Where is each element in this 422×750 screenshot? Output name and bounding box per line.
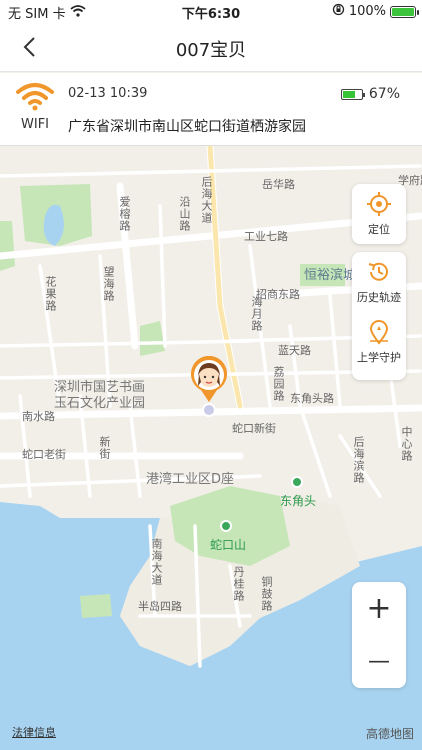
road-label: 荔园路	[272, 366, 285, 402]
wifi-icon	[16, 83, 54, 111]
road-label: 工业七路	[244, 230, 288, 243]
zoom-out-button[interactable]: —	[352, 635, 406, 688]
device-battery-percent: 67%	[368, 86, 400, 102]
road-label: 海月路	[250, 296, 263, 332]
road-label: 丹桂路	[232, 566, 245, 602]
road-label: 后海大道	[200, 176, 213, 224]
page-title: 007宝贝	[175, 40, 247, 61]
area-label: 深圳市国艺书画玉石文化产业园	[54, 380, 146, 411]
crosshair-icon	[367, 192, 391, 216]
road-label: 蛇口新街	[232, 422, 276, 435]
feature-panel: 历史轨迹 上学守护	[352, 252, 406, 380]
map-pin-icon	[369, 320, 389, 345]
child-location-marker[interactable]	[189, 355, 229, 417]
road-label: 南水路	[22, 410, 55, 423]
poi-label: 蛇口山	[210, 538, 247, 552]
road-label: 南海大道	[150, 538, 163, 586]
locate-button[interactable]: 定位	[352, 184, 406, 244]
map-provider-logo: 高德地图	[365, 727, 414, 741]
road-label: 沿山路	[178, 196, 191, 232]
poi-marker-icon	[220, 520, 232, 532]
road-label: 爱榕路	[118, 196, 131, 232]
road-label: 岳华路	[262, 178, 295, 191]
history-track-button[interactable]: 历史轨迹	[352, 252, 406, 312]
road-label: 后海滨路	[352, 436, 365, 484]
area-label: 恒裕滨城	[304, 268, 357, 283]
school-guard-button[interactable]: 上学守护	[352, 312, 406, 372]
road-label: 半岛四路	[138, 600, 182, 613]
road-label: 望海路	[102, 266, 115, 302]
school-guard-label: 上学守护	[357, 351, 401, 364]
nav-bar: 007宝贝	[0, 22, 422, 72]
battery-icon	[390, 5, 419, 18]
device-info-panel: WIFI 02-13 10:39 67% 广东省深圳市南山区蛇口街道栖游家园	[0, 73, 422, 146]
locate-label: 定位	[368, 223, 390, 236]
history-icon	[368, 262, 388, 281]
locate-panel: 定位	[352, 184, 406, 244]
poi-marker-icon	[291, 476, 303, 488]
zoom-panel: + —	[352, 582, 406, 688]
road-label: 东角头路	[290, 392, 334, 405]
road-label: 蓝天路	[278, 344, 311, 357]
road-label: 花果路	[44, 276, 57, 312]
road-label: 蛇口老街	[22, 448, 66, 461]
device-address: 广东省深圳市南山区蛇口街道栖游家园	[68, 119, 306, 135]
road-label: 中心路	[400, 426, 413, 462]
connection-label: WIFI	[21, 117, 49, 132]
legal-info-link[interactable]: 法律信息	[12, 724, 56, 740]
avatar-pin-icon	[191, 355, 227, 417]
orientation-lock-icon	[332, 3, 345, 20]
history-label: 历史轨迹	[357, 291, 401, 304]
location-timestamp: 02-13 10:39	[68, 86, 148, 101]
road-label: 铜鼓路	[260, 576, 273, 612]
poi-label: 东角头	[280, 494, 317, 508]
map-view[interactable]: 后海大道 爱榕路 工业七路 招商东路 海月路 蓝天路 蛇口新街 蛇口老街 南水路…	[0, 146, 422, 750]
status-bar: 无 SIM 卡 下午6:30 100%	[0, 0, 422, 22]
area-label: 港湾工业区D座	[146, 472, 235, 487]
zoom-in-button[interactable]: +	[352, 582, 406, 635]
battery-percent: 100%	[348, 4, 386, 19]
road-label: 新街	[98, 436, 111, 460]
device-battery-icon	[340, 88, 365, 100]
